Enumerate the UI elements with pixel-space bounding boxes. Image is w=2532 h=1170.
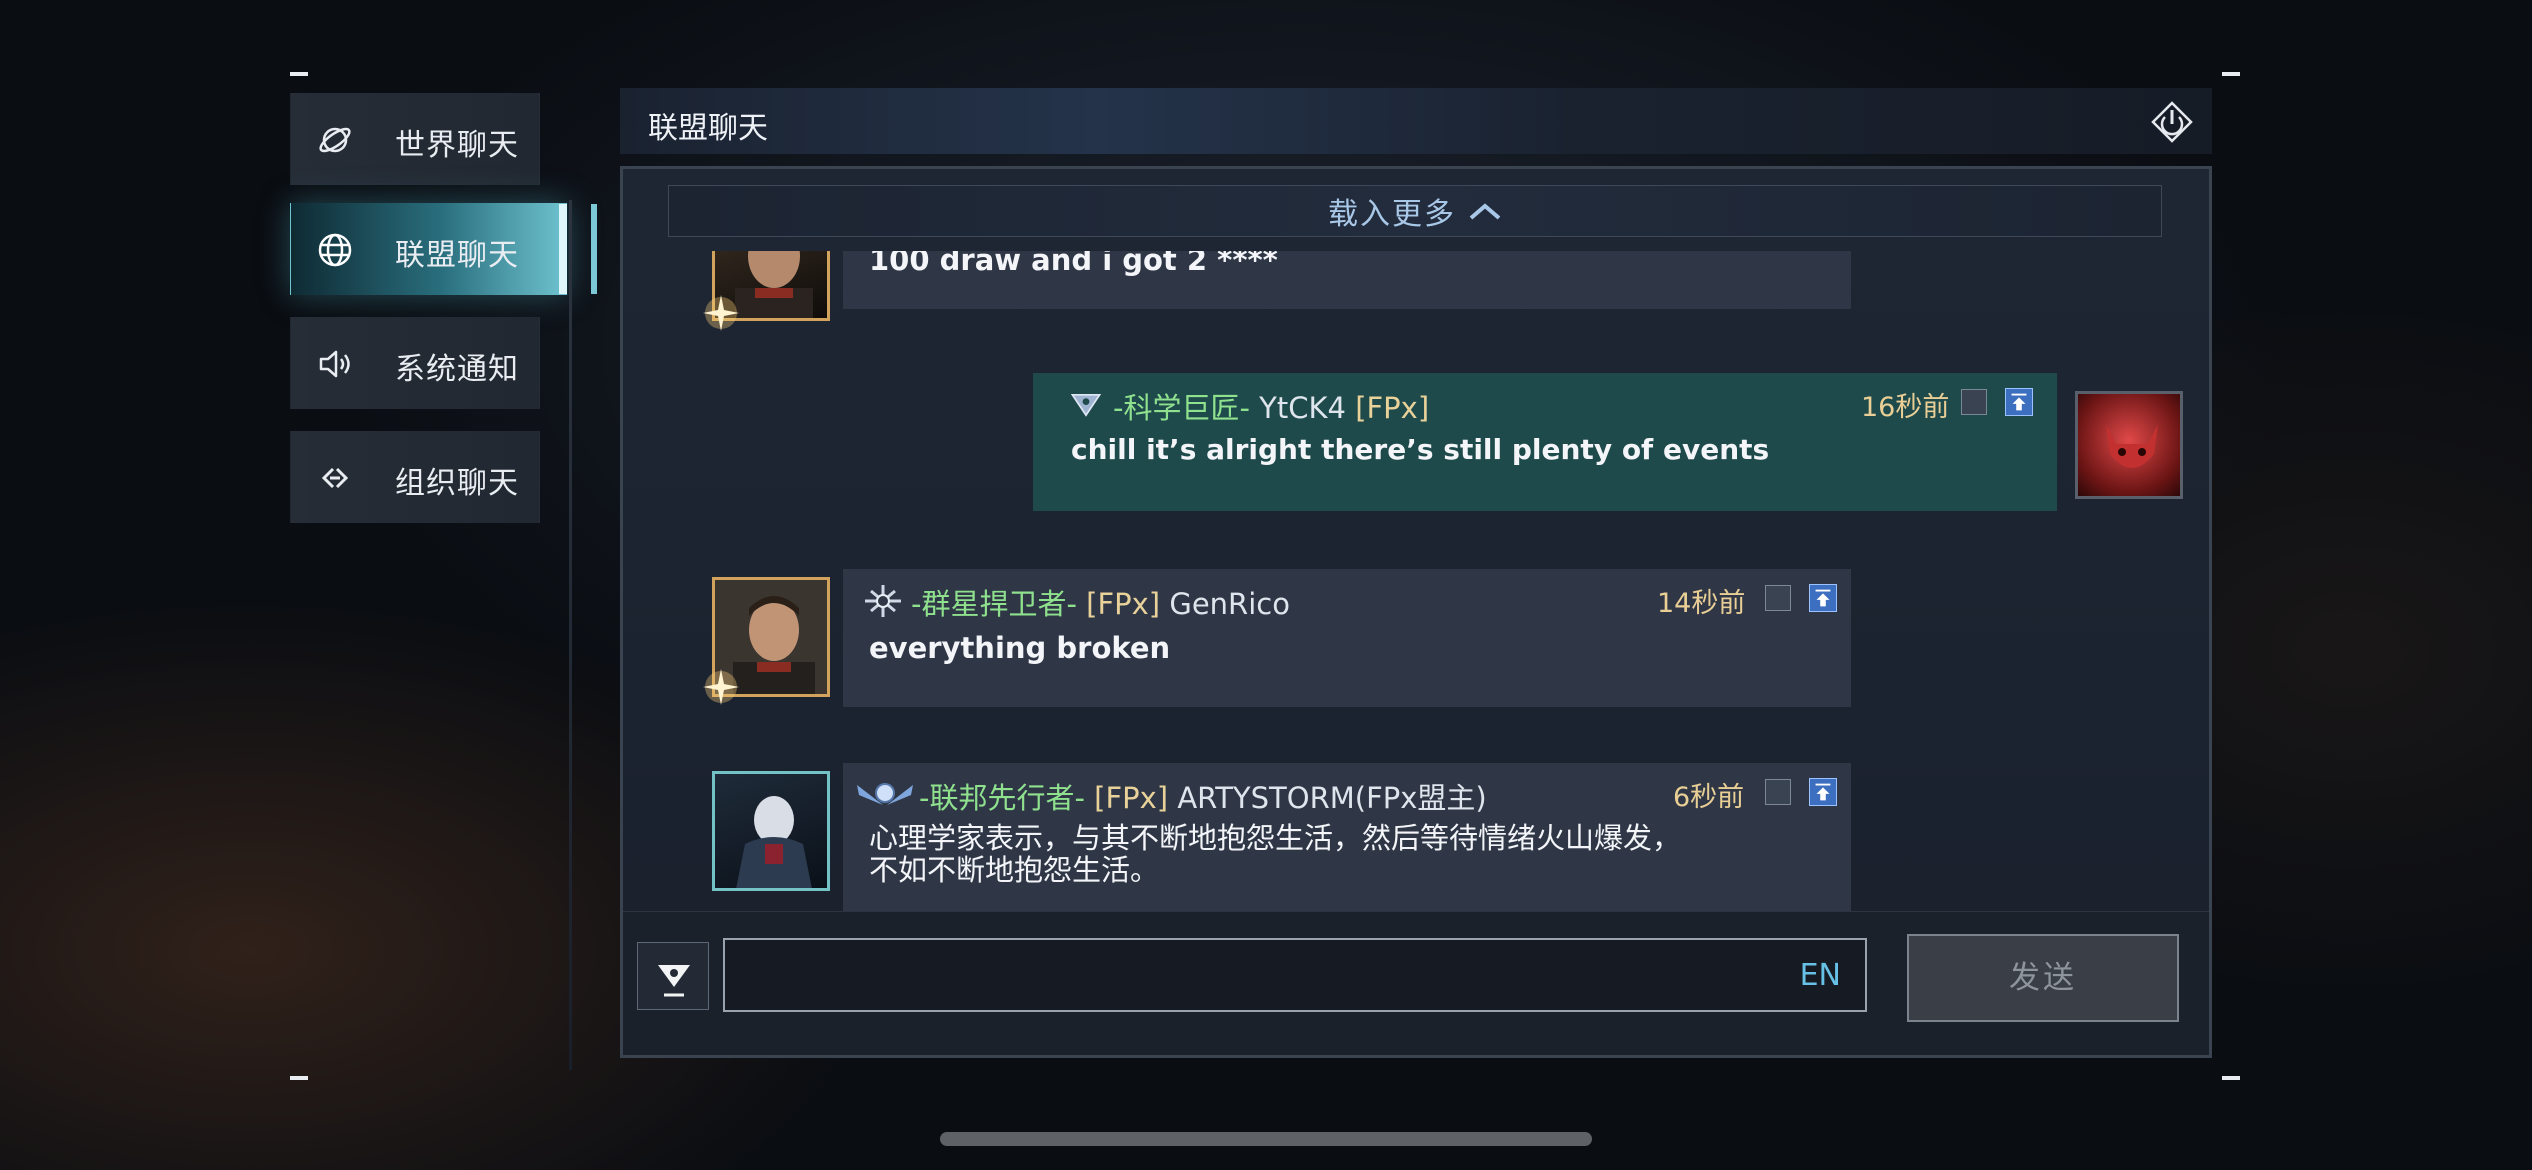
message-text: chill it’s alright there’s still plenty … xyxy=(1071,433,1770,466)
sidebar-item-alliance-chat[interactable]: 联盟聊天 xyxy=(290,203,597,295)
translate-button[interactable] xyxy=(1961,389,1987,415)
message-text: everything broken xyxy=(869,631,1171,665)
emoji-button[interactable] xyxy=(637,942,709,1010)
message-time: 16秒前 xyxy=(1861,392,1950,423)
chat-header: 联盟聊天 xyxy=(620,88,2212,154)
page-title: 联盟聊天 xyxy=(648,111,768,146)
avatar[interactable] xyxy=(2075,391,2183,499)
message-bubble: -群星捍卫者- [FPx] GenRico 14秒前 everything br… xyxy=(843,569,1851,707)
channel-sidebar: 世界聊天 联盟聊天 系统通知 组织聊天 xyxy=(290,90,597,1050)
message-list[interactable]: 100 draw and i got 2 **** -科学巨匠- YtCK4 [… xyxy=(623,251,2209,911)
sidebar-item-label: 联盟聊天 xyxy=(395,238,519,273)
globe-icon xyxy=(318,233,352,267)
sidebar-item-system-notice[interactable]: 系统通知 xyxy=(290,317,540,409)
sidebar-item-label: 系统通知 xyxy=(395,352,519,387)
translate-button[interactable] xyxy=(1765,779,1791,805)
chevron-up-icon xyxy=(1469,203,1501,220)
message-time: 6秒前 xyxy=(1673,782,1745,813)
power-icon[interactable] xyxy=(2150,100,2194,144)
message-text-line: 心理学家表示，与其不断地抱怨生活，然后等待情绪火山爆发， xyxy=(869,821,1682,855)
sidebar-item-world-chat[interactable]: 世界聊天 xyxy=(290,93,540,185)
message-bubble: -科学巨匠- YtCK4 [FPx] 16秒前 chill it’s alrig… xyxy=(1033,373,2057,511)
star-badge-icon xyxy=(703,669,739,705)
pin-up-icon[interactable] xyxy=(2005,388,2033,416)
hooded-portrait-icon xyxy=(736,796,812,888)
language-toggle[interactable]: EN xyxy=(1800,958,1841,993)
translate-button[interactable] xyxy=(1765,585,1791,611)
avatar[interactable] xyxy=(712,771,830,891)
sidebar-item-org-chat[interactable]: 组织聊天 xyxy=(290,431,540,523)
pin-up-icon[interactable] xyxy=(1809,778,1837,806)
frame-corner xyxy=(2222,1076,2240,1080)
rank-badge-icon xyxy=(857,783,913,805)
load-more-button[interactable]: 载入更多 xyxy=(668,185,2162,237)
message-text: 100 draw and i got 2 **** xyxy=(869,251,1278,277)
send-button[interactable]: 发送 xyxy=(1907,934,2179,1022)
sidebar-item-label: 组织聊天 xyxy=(395,466,519,501)
message-input[interactable]: EN xyxy=(723,938,1867,1012)
rank-badge-icon xyxy=(1070,393,1102,417)
planet-icon xyxy=(319,127,351,153)
sender-name: -科学巨匠- YtCK4 [FPx] xyxy=(1113,391,1430,425)
frame-corner xyxy=(2222,72,2240,76)
home-indicator[interactable] xyxy=(940,1132,1592,1146)
message-time: 14秒前 xyxy=(1657,588,1746,619)
speaker-icon xyxy=(319,350,350,378)
link-icon xyxy=(321,467,349,489)
star-badge-icon xyxy=(703,295,739,331)
frame-corner xyxy=(290,72,308,76)
frame-corner xyxy=(290,1076,308,1080)
sender-name: -群星捍卫者- [FPx] GenRico xyxy=(911,587,1290,621)
chat-input-bar: EN 发送 xyxy=(623,911,2209,1055)
sender-name: -联邦先行者- [FPx] ARTYSTORM(FPx盟主) xyxy=(919,781,1487,815)
sidebar-item-label: 世界聊天 xyxy=(395,128,519,163)
pin-up-icon[interactable] xyxy=(1809,584,1837,612)
rank-badge-icon xyxy=(865,585,901,617)
load-more-label: 载入更多 xyxy=(1328,197,1456,232)
chat-panel: 载入更多 100 draw and i got 2 **** -科学巨匠- Yt… xyxy=(620,166,2212,1058)
cat-portrait-icon xyxy=(2106,424,2158,468)
message-text-line: 不如不断地抱怨生活。 xyxy=(869,853,1160,887)
emoji-toggle-icon xyxy=(658,965,690,997)
message-bubble: -联邦先行者- [FPx] ARTYSTORM(FPx盟主) 6秒前 心理学家表… xyxy=(843,763,1851,911)
sidebar-divider xyxy=(569,200,572,1070)
message-bubble: 100 draw and i got 2 **** xyxy=(843,251,1851,309)
